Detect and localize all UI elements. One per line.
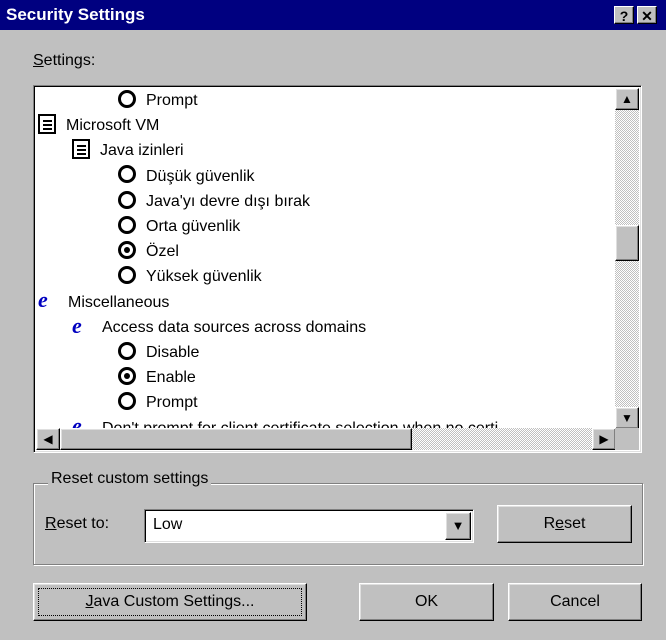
document-icon	[38, 113, 56, 134]
radio-empty-icon[interactable]	[118, 215, 136, 234]
radio-empty-icon[interactable]	[118, 341, 136, 360]
tree-item-label: Yüksek güvenlik	[146, 268, 262, 286]
tree-item-label: Enable	[146, 369, 196, 387]
radio-option[interactable]: Disable	[118, 340, 199, 365]
tree-item-label: Özel	[146, 243, 179, 261]
radio-option[interactable]: Enable	[118, 365, 196, 390]
reset-group-title: Reset custom settings	[48, 470, 212, 488]
help-button[interactable]: ?	[614, 6, 634, 24]
document-icon	[72, 139, 90, 160]
vertical-scroll-thumb[interactable]	[615, 225, 639, 261]
ie-icon: e	[72, 312, 82, 338]
arrow-right-icon: ▶	[599, 432, 609, 446]
settings-tree-content: Prompt Microsoft VM Java izinleri Düşük güv…	[36, 88, 616, 429]
tree-item-label: Prompt	[146, 92, 198, 109]
scroll-left-button[interactable]: ◀	[36, 428, 60, 450]
title-bar: Security Settings ? ✕	[0, 0, 666, 30]
java-custom-settings-button[interactable]: Java Custom Settings...	[33, 583, 307, 621]
dropdown-button[interactable]: ▼	[445, 512, 471, 540]
scroll-right-button[interactable]: ▶	[592, 428, 616, 450]
radio-empty-icon[interactable]	[118, 89, 136, 108]
arrow-left-icon: ◀	[43, 432, 53, 446]
radio-option[interactable]: Yüksek güvenlik	[118, 264, 262, 289]
radio-selected-icon[interactable]	[118, 240, 136, 259]
close-button[interactable]: ✕	[637, 6, 657, 24]
radio-selected-icon[interactable]	[118, 366, 136, 385]
scroll-up-button[interactable]: ▲	[615, 88, 639, 110]
horizontal-scrollbar[interactable]: ◀ ▶	[36, 428, 616, 450]
chevron-down-icon: ▼	[451, 518, 465, 533]
horizontal-scroll-thumb[interactable]	[60, 428, 412, 450]
radio-option[interactable]: Prompt	[118, 390, 198, 415]
tree-node[interactable]: e Access data sources across domains	[72, 312, 367, 340]
tree-item-label: Düşük güvenlik	[146, 167, 255, 185]
scrollbar-corner	[615, 428, 639, 450]
reset-button[interactable]: Reset	[497, 505, 632, 543]
tree-item-label: Microsoft VM	[66, 117, 160, 135]
tree-item-label: Access data sources across domains	[102, 318, 367, 336]
reset-level-value: Low	[153, 516, 183, 533]
arrow-up-icon: ▲	[621, 92, 633, 106]
tree-item-label: Prompt	[146, 394, 198, 412]
ie-icon: e	[38, 287, 48, 313]
tree-item-label: Orta güvenlik	[146, 218, 241, 235]
radio-empty-icon[interactable]	[118, 190, 136, 209]
tree-node[interactable]: e Don't prompt for client certificate sel…	[72, 415, 498, 429]
tree-item-label: Miscellaneous	[68, 293, 170, 311]
tree-item-label: Java'yı devre dışı bırak	[146, 192, 311, 210]
radio-option[interactable]: Prompt	[118, 88, 198, 113]
tree-item-label: Java izinleri	[100, 142, 184, 160]
vertical-scrollbar[interactable]: ▲ ▼	[615, 88, 639, 429]
tree-node[interactable]: Java izinleri	[72, 138, 184, 163]
cancel-button[interactable]: Cancel	[508, 583, 642, 621]
tree-node[interactable]: Microsoft VM	[38, 113, 159, 138]
arrow-down-icon: ▼	[621, 411, 633, 425]
radio-empty-icon[interactable]	[118, 165, 136, 184]
reset-level-dropdown[interactable]: Low ▼	[144, 509, 474, 543]
radio-empty-icon[interactable]	[118, 266, 136, 285]
ok-button[interactable]: OK	[359, 583, 494, 621]
radio-empty-icon[interactable]	[118, 392, 136, 411]
scroll-down-button[interactable]: ▼	[615, 407, 639, 429]
radio-option[interactable]: Düşük güvenlik	[118, 164, 255, 189]
window-title: Security Settings	[6, 5, 145, 24]
settings-tree[interactable]: Prompt Microsoft VM Java izinleri Düşük güv…	[33, 85, 642, 453]
tree-item-label: Disable	[146, 344, 200, 361]
radio-option[interactable]: Java'yı devre dışı bırak	[118, 189, 310, 214]
radio-option[interactable]: Orta güvenlik	[118, 214, 240, 239]
radio-option[interactable]: Özel	[118, 239, 179, 264]
tree-node[interactable]: e Miscellaneous	[38, 287, 170, 315]
settings-label: Settings:	[33, 52, 96, 69]
reset-to-label: Reset to:	[45, 515, 110, 532]
